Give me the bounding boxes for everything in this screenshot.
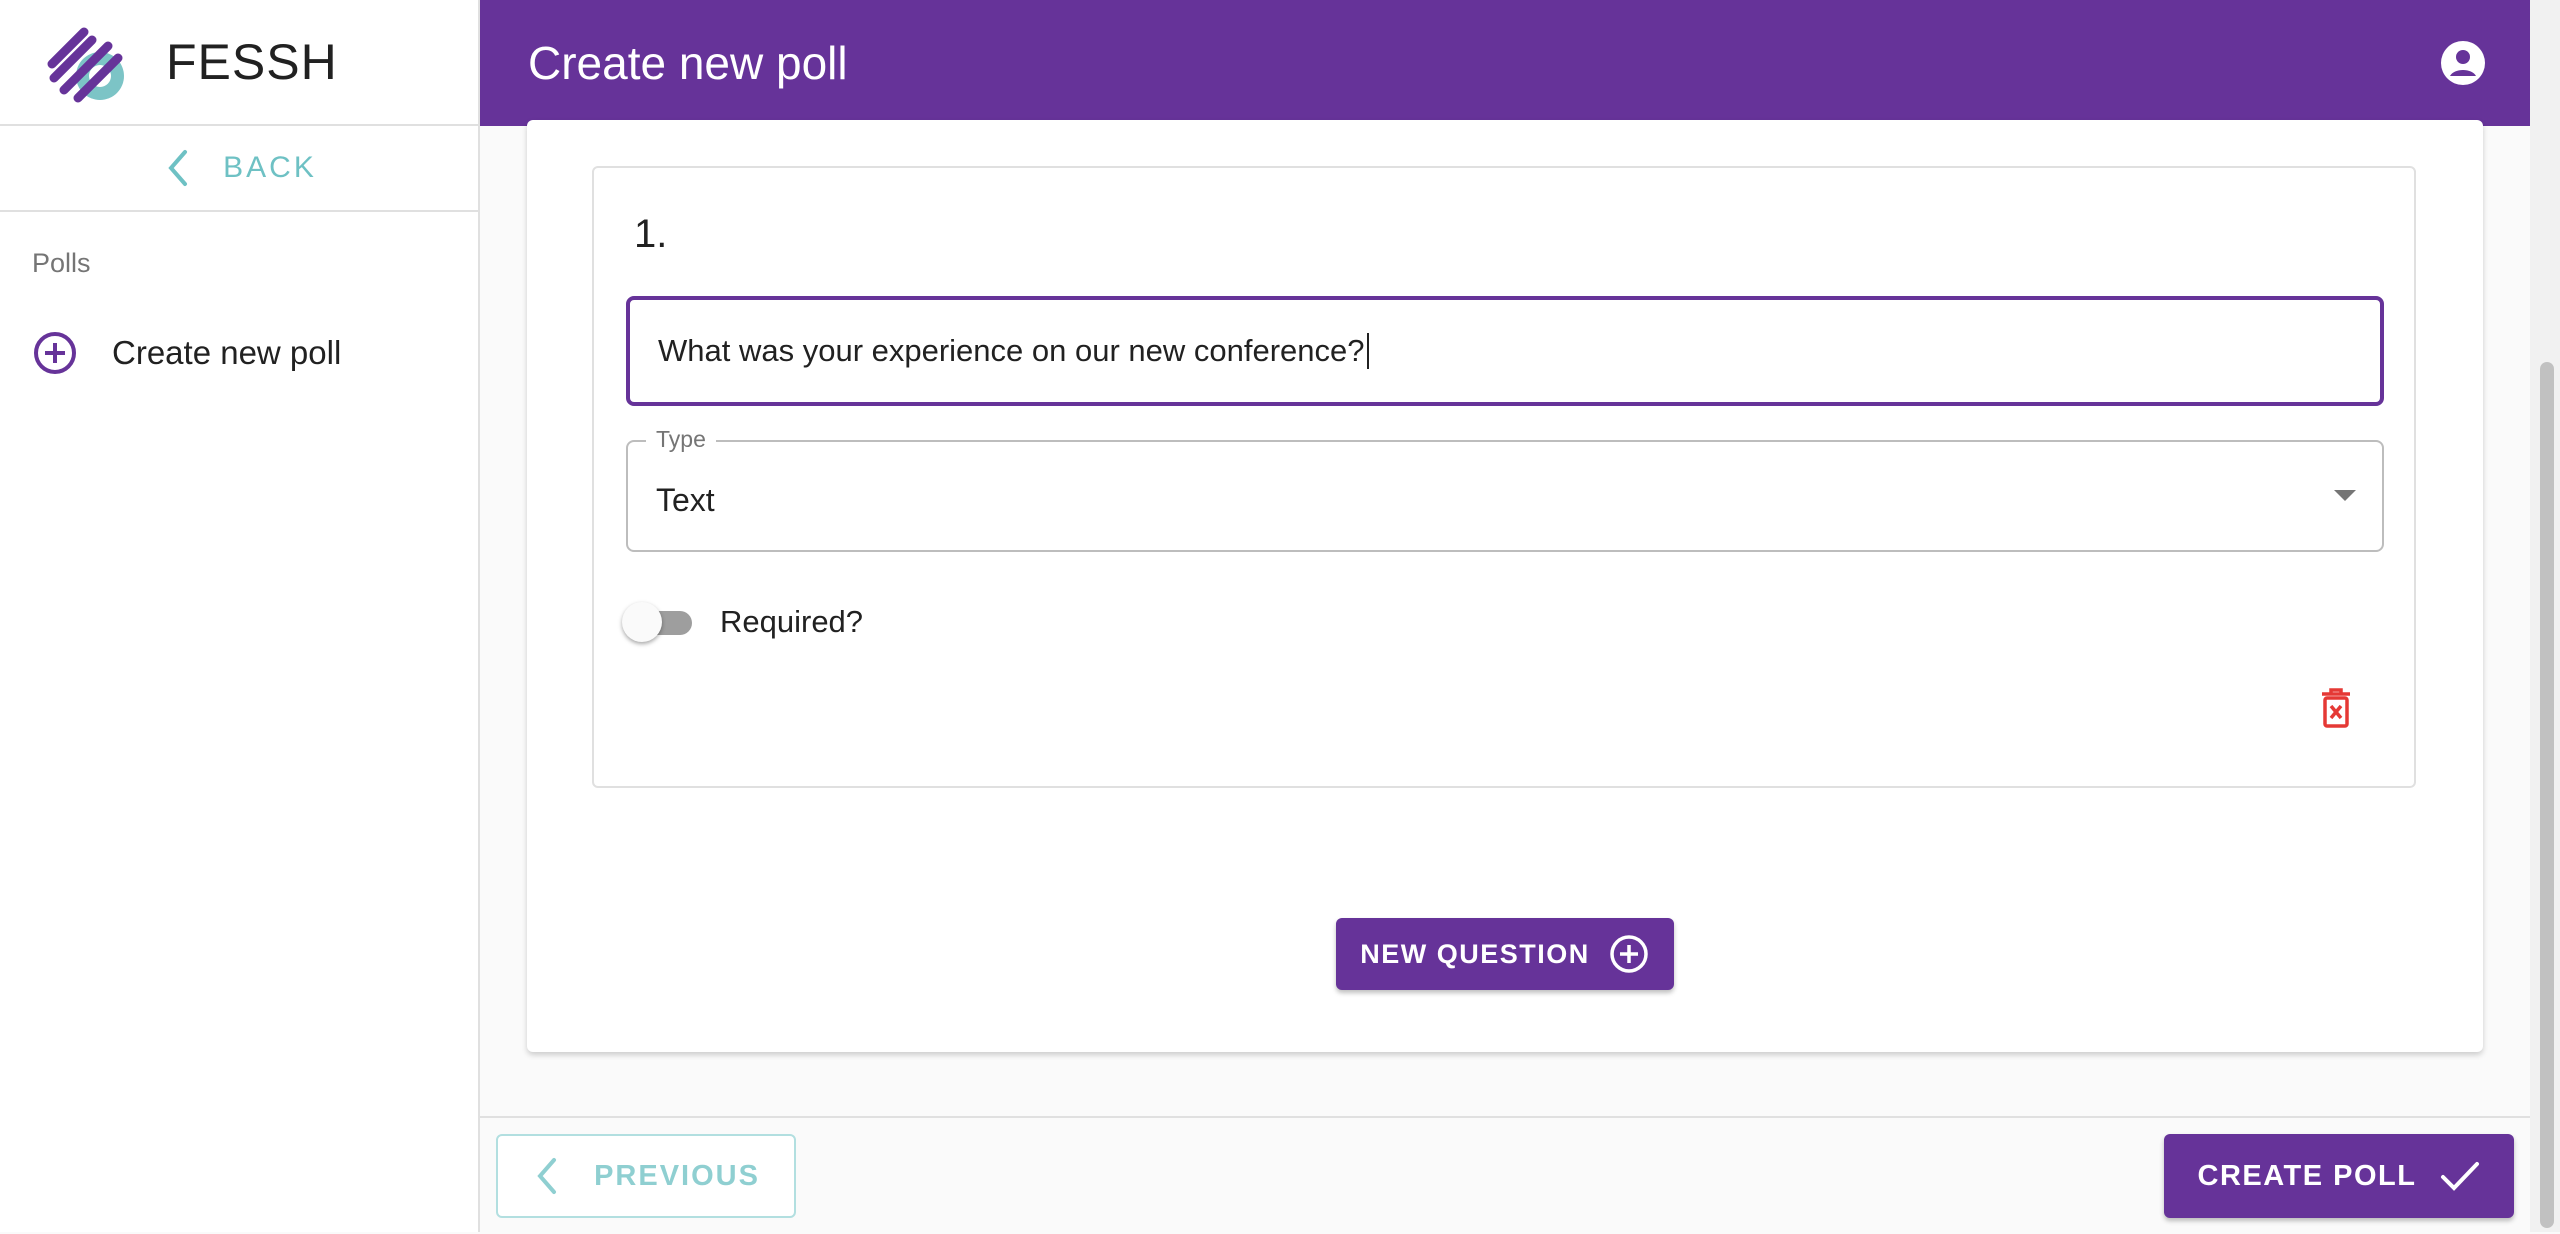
- previous-button[interactable]: PREVIOUS: [496, 1134, 796, 1218]
- question-type-label: Type: [646, 426, 716, 453]
- question-number: 1.: [634, 212, 668, 256]
- create-poll-button[interactable]: CREATE POLL: [2164, 1134, 2514, 1218]
- section-label-polls: Polls: [32, 248, 91, 278]
- toggle-thumb: [622, 602, 662, 642]
- dropdown-arrow-icon: [2334, 490, 2356, 501]
- create-poll-label: CREATE POLL: [2197, 1159, 2417, 1192]
- add-circle-icon: [1610, 935, 1648, 973]
- chevron-left-icon: [537, 1158, 557, 1194]
- required-label: Required?: [720, 604, 864, 639]
- required-toggle[interactable]: [622, 602, 698, 642]
- previous-label: PREVIOUS: [594, 1159, 760, 1192]
- sidebar-item-label: Create new poll: [112, 334, 342, 371]
- check-icon: [2441, 1162, 2480, 1191]
- account-circle-icon[interactable]: [2440, 40, 2486, 86]
- sidebar: FESSH BACK Polls Create new poll: [0, 0, 480, 1232]
- chevron-left-icon: [168, 150, 188, 186]
- delete-question-icon[interactable]: [2318, 686, 2354, 730]
- new-question-label: NEW QUESTION: [1360, 938, 1590, 969]
- fessh-logo-icon: [47, 27, 124, 103]
- question-type-value: Text: [656, 482, 715, 518]
- brand-name: FESSH: [166, 34, 338, 90]
- back-label: BACK: [223, 151, 317, 184]
- app-bar: Create new poll: [480, 0, 2530, 126]
- brand: FESSH: [0, 0, 478, 126]
- text-caret: [1366, 333, 1369, 369]
- question-text-value: What was your experience on our new conf…: [658, 333, 1365, 368]
- page-title: Create new poll: [528, 37, 848, 89]
- question-text-input[interactable]: What was your experience on our new conf…: [626, 296, 2384, 406]
- question-type-select[interactable]: Type Text: [626, 426, 2384, 552]
- add-circle-icon: [34, 332, 76, 374]
- back-button[interactable]: BACK: [0, 126, 478, 212]
- scrollbar-thumb[interactable]: [2540, 362, 2554, 1228]
- sidebar-item-create-new-poll[interactable]: Create new poll: [32, 330, 341, 376]
- new-question-button[interactable]: NEW QUESTION: [1336, 918, 1674, 990]
